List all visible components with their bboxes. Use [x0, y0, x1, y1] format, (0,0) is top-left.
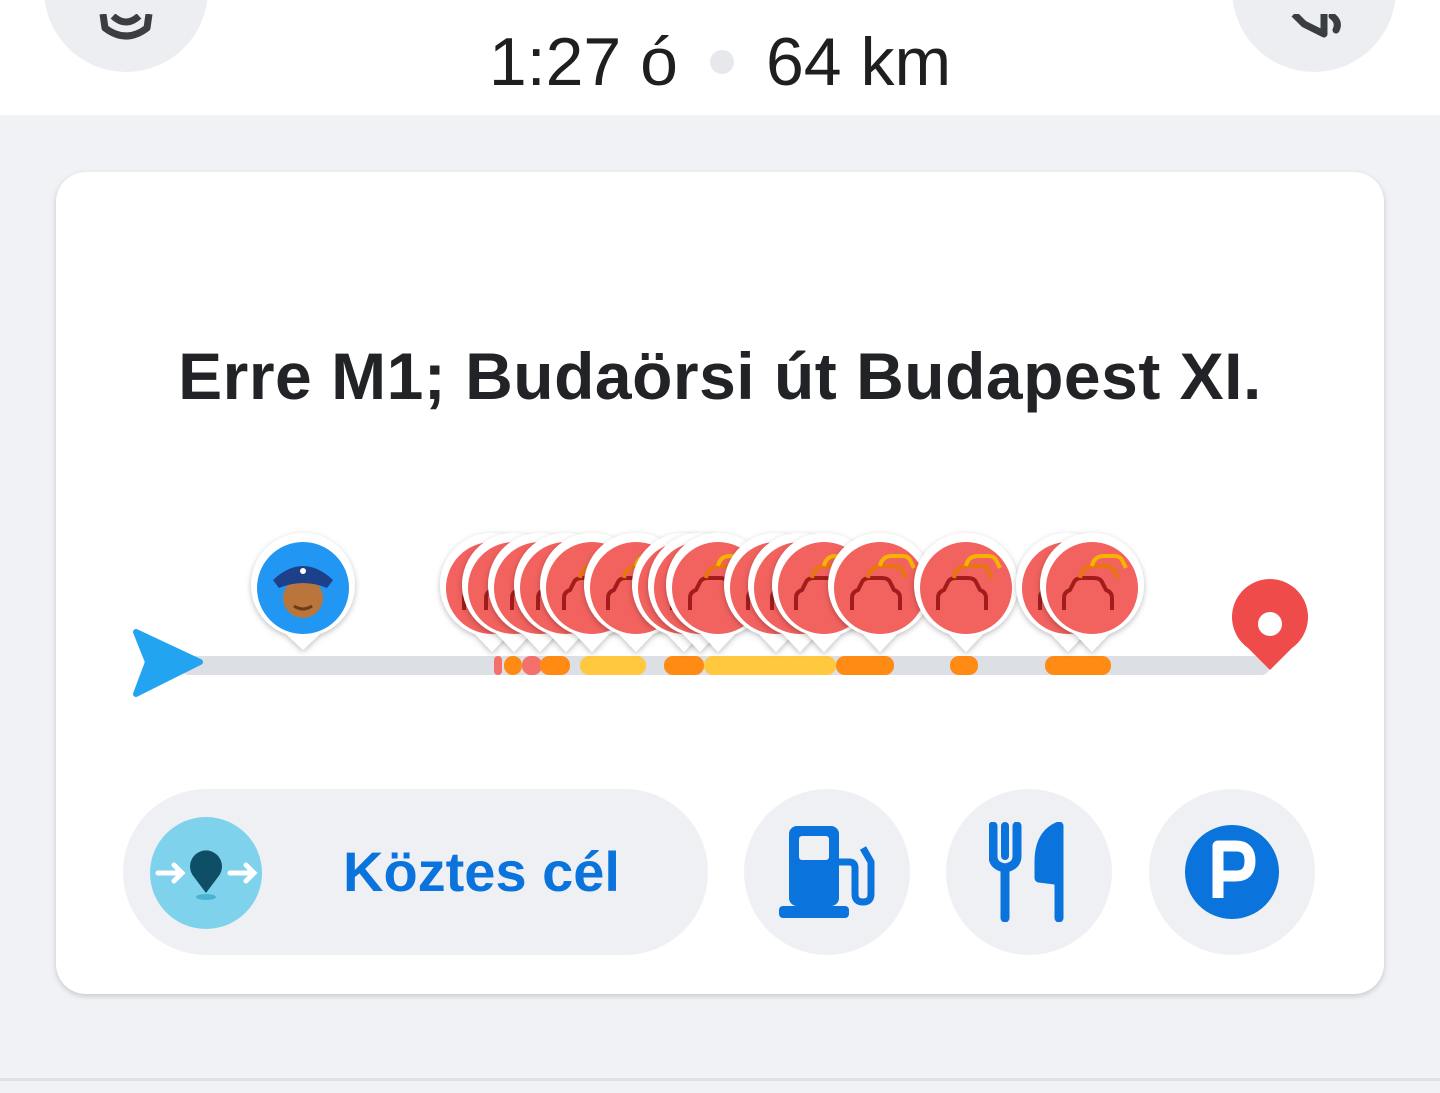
bottom-divider [0, 1078, 1440, 1081]
parking-button[interactable] [1149, 789, 1315, 955]
start-arrow-icon [133, 629, 203, 697]
add-stop-icon [150, 817, 262, 929]
police-alert-marker[interactable] [251, 532, 355, 650]
parking-icon [1185, 825, 1279, 919]
traffic-alert-markers[interactable] [440, 532, 1144, 652]
add-stop-label: Köztes cél [343, 840, 620, 903]
fork-knife-icon [989, 822, 1064, 922]
gas-station-button[interactable] [744, 789, 910, 955]
gas-station-icon [779, 826, 875, 918]
food-button[interactable] [946, 789, 1112, 955]
route-progress-bar [133, 532, 1308, 697]
add-stop-button[interactable]: Köztes cél [123, 789, 708, 955]
traffic-jam-marker[interactable] [914, 532, 1019, 652]
